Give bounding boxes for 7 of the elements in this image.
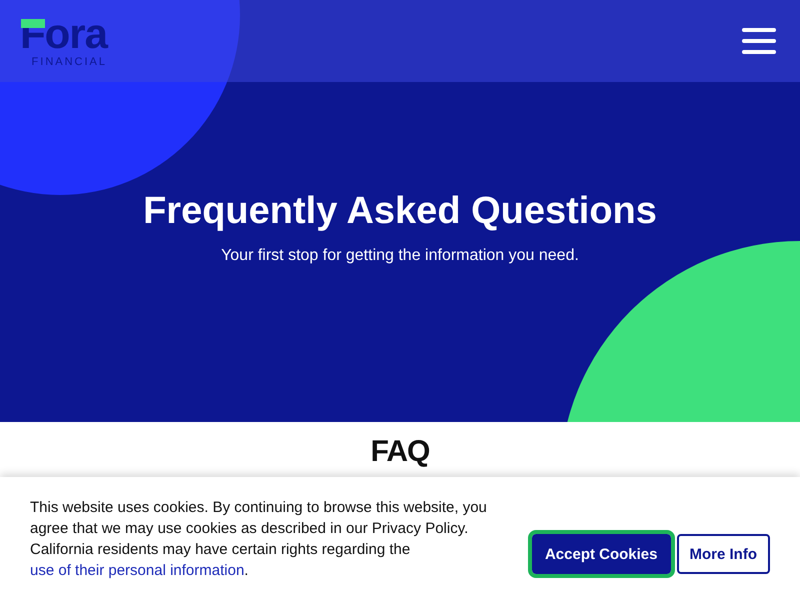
personal-information-link[interactable]: use of their personal information <box>30 562 244 579</box>
page-subtitle: Your first stop for getting the information you need. <box>221 247 579 265</box>
menu-icon[interactable] <box>742 28 776 54</box>
section-heading: FAQ <box>370 434 430 470</box>
info-button[interactable]: More Info <box>676 534 770 574</box>
cookie-notice: This website uses cookies. By continuing to browse this website, you agree that we may use cookies as described in our Privacy Policy. California residents may have certain rights regarding the use of their personal information. <box>30 498 488 581</box>
page-title: Frequently Asked Questions <box>143 190 657 233</box>
